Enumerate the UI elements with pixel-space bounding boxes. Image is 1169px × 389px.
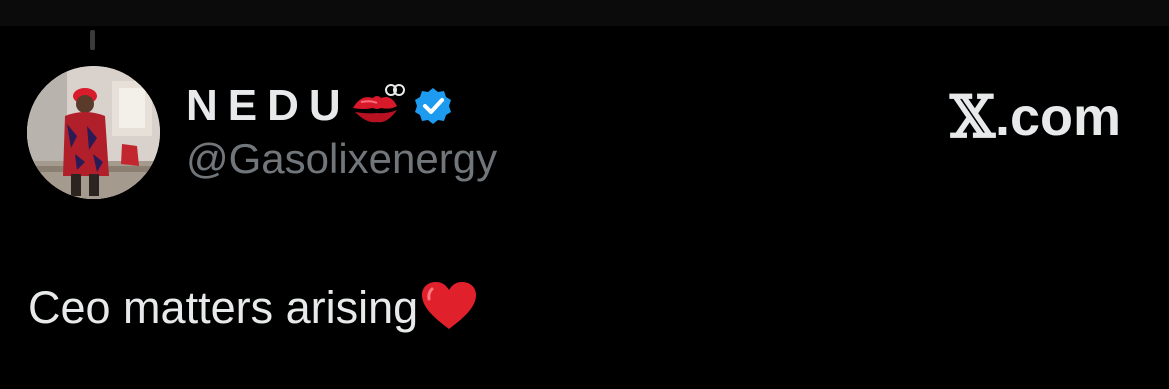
red-heart-icon: [420, 281, 478, 333]
post-text: Ceo matters arising: [28, 281, 419, 333]
kiss-mark-icon: [347, 82, 407, 130]
brand-domain-suffix: .com: [994, 87, 1121, 147]
display-name[interactable]: NEDU: [186, 84, 351, 128]
verified-badge-icon[interactable]: [413, 86, 453, 126]
post-text-row: Ceo matters arising: [28, 281, 478, 333]
avatar[interactable]: [27, 66, 160, 199]
user-handle[interactable]: @Gasolixenergy: [186, 138, 497, 180]
display-name-row: NEDU: [186, 80, 453, 132]
thread-connector-line: [90, 30, 95, 50]
top-bar: [0, 0, 1169, 26]
x-logo-icon: 𝕏: [949, 83, 995, 151]
x-brand-watermark: 𝕏 .com: [950, 88, 1121, 146]
avatar-photo: [27, 66, 160, 199]
